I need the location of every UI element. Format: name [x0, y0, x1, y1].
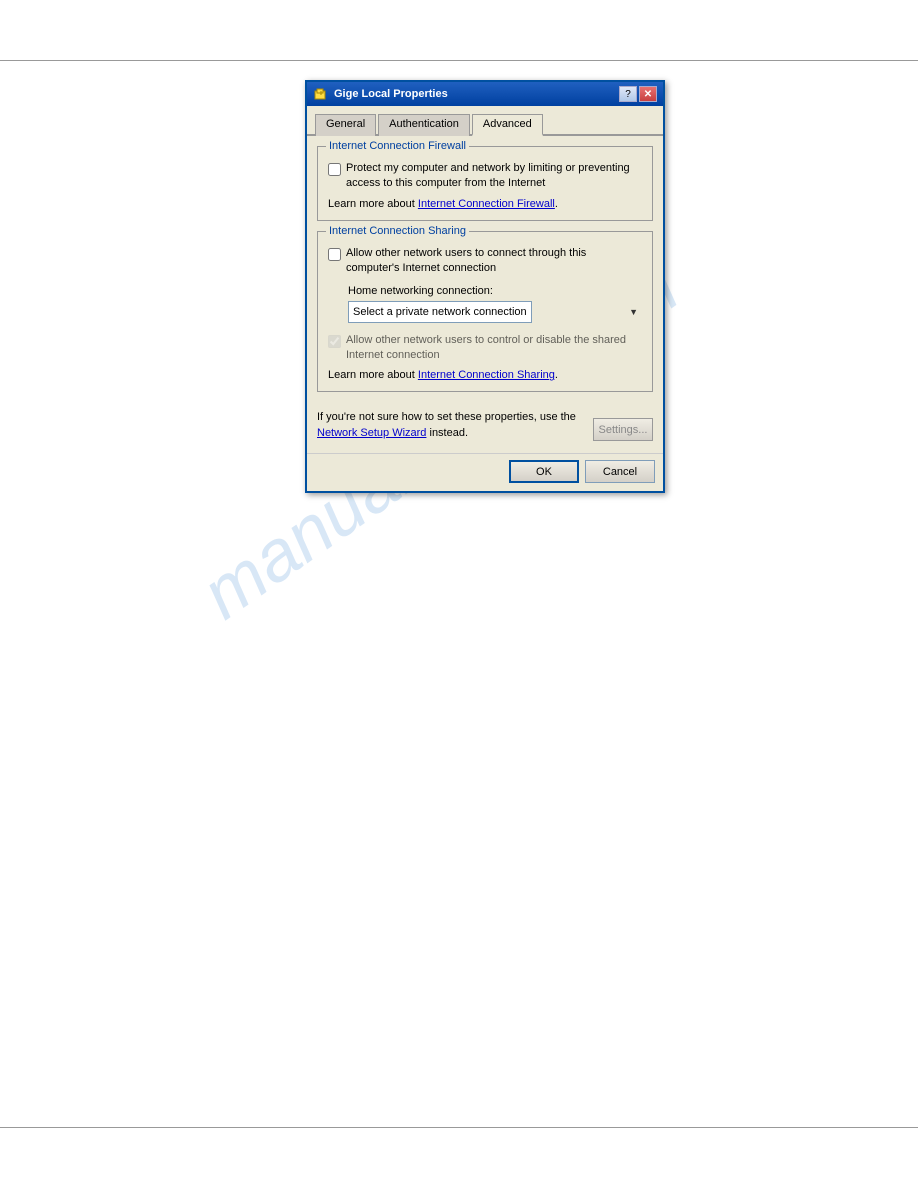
title-bar-buttons: ? ✕	[619, 86, 657, 102]
firewall-checkbox-label: Protect my computer and network by limit…	[346, 161, 642, 192]
settings-area: If you're not sure how to set these prop…	[317, 402, 653, 445]
network-setup-wizard-link[interactable]: Network Setup Wizard	[317, 427, 426, 439]
firewall-checkbox[interactable]	[328, 163, 341, 176]
properties-window: Gige Local Properties ? ✕ General Authen…	[305, 80, 665, 493]
tab-advanced[interactable]: Advanced	[472, 114, 543, 136]
close-button[interactable]: ✕	[639, 86, 657, 102]
settings-button[interactable]: Settings...	[593, 418, 653, 441]
firewall-learn-more: Learn more about Internet Connection Fir…	[328, 198, 642, 210]
control-checkbox	[328, 335, 341, 348]
firewall-group: Internet Connection Firewall Protect my …	[317, 146, 653, 221]
window-title: Gige Local Properties	[334, 88, 448, 100]
tab-authentication[interactable]: Authentication	[378, 114, 470, 136]
ok-button[interactable]: OK	[509, 460, 579, 483]
tab-content: Internet Connection Firewall Protect my …	[307, 136, 663, 453]
sharing-link[interactable]: Internet Connection Sharing	[418, 369, 555, 381]
firewall-group-label: Internet Connection Firewall	[326, 140, 469, 152]
dropdown-row: Select a private network connection	[348, 301, 642, 323]
firewall-link[interactable]: Internet Connection Firewall	[418, 198, 555, 210]
dropdown-wrapper: Select a private network connection	[348, 301, 642, 323]
help-button[interactable]: ?	[619, 86, 637, 102]
sharing-checkbox-row: Allow other network users to connect thr…	[328, 246, 642, 277]
bottom-buttons: OK Cancel	[307, 453, 663, 491]
sharing-checkbox[interactable]	[328, 248, 341, 261]
sharing-learn-more: Learn more about Internet Connection Sha…	[328, 369, 642, 381]
title-bar: Gige Local Properties ? ✕	[307, 82, 663, 106]
network-connection-dropdown[interactable]: Select a private network connection	[348, 301, 532, 323]
cancel-button[interactable]: Cancel	[585, 460, 655, 483]
tabs-bar: General Authentication Advanced	[307, 106, 663, 136]
settings-text: If you're not sure how to set these prop…	[317, 410, 583, 441]
page-border-top	[0, 60, 918, 61]
title-bar-left: Gige Local Properties	[313, 86, 448, 102]
sharing-group-label: Internet Connection Sharing	[326, 225, 469, 237]
firewall-checkbox-row: Protect my computer and network by limit…	[328, 161, 642, 192]
home-net-label: Home networking connection:	[348, 285, 642, 297]
page-border-bottom	[0, 1127, 918, 1128]
control-checkbox-label: Allow other network users to control or …	[346, 333, 642, 364]
dialog-window: Gige Local Properties ? ✕ General Authen…	[305, 80, 665, 493]
tab-general[interactable]: General	[315, 114, 376, 136]
sharing-checkbox-label: Allow other network users to connect thr…	[346, 246, 642, 277]
window-icon	[313, 86, 329, 102]
sharing-group: Internet Connection Sharing Allow other …	[317, 231, 653, 393]
control-checkbox-row: Allow other network users to control or …	[328, 333, 642, 364]
